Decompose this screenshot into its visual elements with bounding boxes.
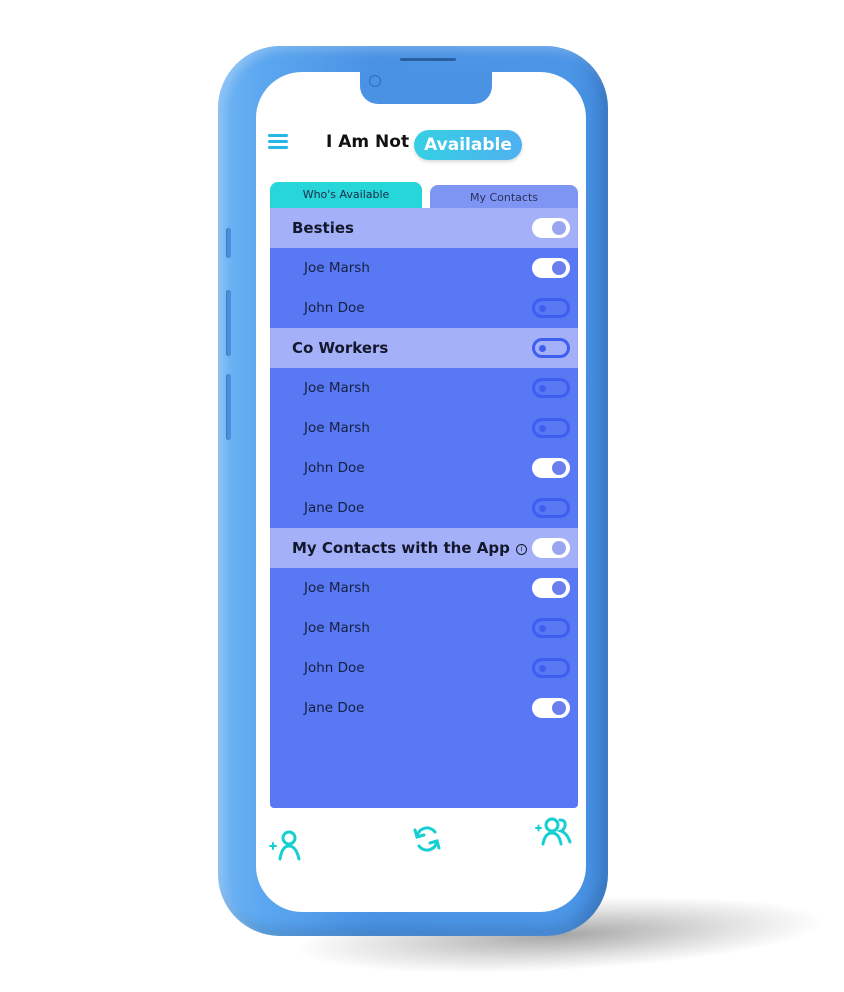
contact-toggle[interactable] xyxy=(532,498,570,518)
contact-row: Joe Marsh xyxy=(270,608,578,648)
tab-whos-available[interactable]: Who's Available xyxy=(270,182,422,208)
group-name-text: My Contacts with the App xyxy=(292,539,510,557)
toggle-knob xyxy=(539,305,546,312)
add-user-icon[interactable] xyxy=(268,828,304,862)
contact-row: Jane Doe xyxy=(270,488,578,528)
side-button-volume-up xyxy=(226,290,231,356)
toggle-knob xyxy=(539,425,546,432)
availability-toggle-pill[interactable]: Available xyxy=(414,130,522,160)
front-camera xyxy=(369,75,381,87)
hamburger-menu-icon[interactable] xyxy=(268,134,290,150)
contact-name: Joe Marsh xyxy=(304,620,370,636)
toggle-knob xyxy=(539,345,546,352)
contact-name: Joe Marsh xyxy=(304,380,370,396)
contact-name: Joe Marsh xyxy=(304,580,370,596)
group-name-text: Co Workers xyxy=(292,339,389,357)
info-icon[interactable]: i xyxy=(515,544,527,555)
contact-row: Joe Marsh xyxy=(270,368,578,408)
contact-row: Joe Marsh xyxy=(270,248,578,288)
contact-toggle[interactable] xyxy=(532,298,570,318)
group-toggle[interactable] xyxy=(532,338,570,358)
contact-toggle[interactable] xyxy=(532,658,570,678)
contact-toggle[interactable] xyxy=(532,618,570,638)
contact-toggle[interactable] xyxy=(532,578,570,598)
side-button-silent xyxy=(226,228,231,258)
add-group-icon[interactable] xyxy=(534,816,578,850)
contact-name: Joe Marsh xyxy=(304,260,370,276)
group-name-text: Besties xyxy=(292,219,354,237)
toggle-knob xyxy=(539,665,546,672)
toggle-knob xyxy=(552,541,566,555)
earpiece-speaker xyxy=(400,58,456,61)
group-name: Besties xyxy=(270,219,532,237)
contact-toggle[interactable] xyxy=(532,418,570,438)
group-name: My Contacts with the App i xyxy=(270,539,532,557)
contact-list-panel: Besties Joe Marsh John Doe Co Workers Joe Ma… xyxy=(270,208,578,808)
toggle-knob xyxy=(539,385,546,392)
contact-row: John Doe xyxy=(270,648,578,688)
contact-name: John Doe xyxy=(304,460,365,476)
contact-row: John Doe xyxy=(270,448,578,488)
phone-screen: I Am Not Available Who's Available My Co… xyxy=(256,72,586,912)
group-name: Co Workers xyxy=(270,339,532,357)
toggle-knob xyxy=(552,221,566,235)
toggle-knob xyxy=(552,581,566,595)
group-toggle[interactable] xyxy=(532,218,570,238)
contact-name: Jane Doe xyxy=(304,700,365,716)
toggle-knob xyxy=(552,701,566,715)
contact-name: John Doe xyxy=(304,660,365,676)
group-toggle[interactable] xyxy=(532,538,570,558)
group-row: My Contacts with the App i xyxy=(270,528,578,568)
contact-toggle[interactable] xyxy=(532,378,570,398)
side-button-volume-down xyxy=(226,374,231,440)
contact-name: Joe Marsh xyxy=(304,420,370,436)
contact-toggle[interactable] xyxy=(532,698,570,718)
contact-row: Joe Marsh xyxy=(270,408,578,448)
toggle-knob xyxy=(552,261,566,275)
group-row: Co Workers xyxy=(270,328,578,368)
contact-name: John Doe xyxy=(304,300,365,316)
toggle-knob xyxy=(552,461,566,475)
contact-toggle[interactable] xyxy=(532,258,570,278)
contact-row: Joe Marsh xyxy=(270,568,578,608)
toggle-knob xyxy=(539,505,546,512)
contact-row: John Doe xyxy=(270,288,578,328)
contact-row: Jane Doe xyxy=(270,688,578,728)
contact-name: Jane Doe xyxy=(304,500,365,516)
toggle-knob xyxy=(539,625,546,632)
page-title: I Am Not xyxy=(326,132,410,152)
contact-toggle[interactable] xyxy=(532,458,570,478)
group-row: Besties xyxy=(270,208,578,248)
refresh-icon[interactable] xyxy=(412,822,442,856)
